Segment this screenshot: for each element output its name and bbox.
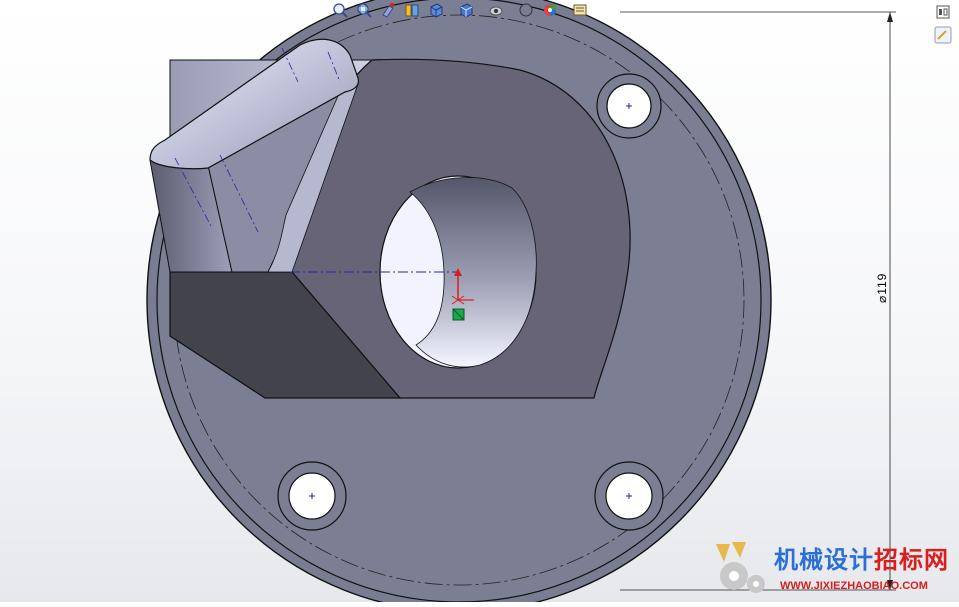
apply-scene-icon[interactable] — [540, 1, 560, 19]
bolt-hole[interactable] — [596, 73, 662, 139]
view-orientation-icon[interactable] — [426, 1, 446, 19]
watermark-logo: 机械设计招标网 WWW.JIXIEZHAOBIAO.COM — [712, 536, 957, 600]
model-canvas[interactable] — [0, 0, 959, 607]
graphics-viewport[interactable] — [0, 0, 959, 607]
watermark-url: WWW.JIXIEZHAOBIAO.COM — [780, 580, 928, 592]
gear-logo-icon — [716, 542, 765, 593]
previous-view-icon[interactable] — [378, 1, 398, 19]
display-style-icon[interactable] — [456, 1, 476, 19]
expand-panel-icon[interactable] — [933, 3, 953, 21]
heads-up-view-toolbar — [330, 0, 630, 20]
bolt-hole[interactable] — [594, 461, 664, 531]
zoom-to-fit-icon[interactable] — [330, 1, 350, 19]
hide-show-items-icon[interactable] — [486, 1, 506, 19]
bolt-hole[interactable] — [277, 461, 347, 531]
zoom-to-area-icon[interactable] — [354, 1, 374, 19]
watermark-title: 机械设计招标网 — [774, 545, 949, 574]
edit-appearance-icon[interactable] — [516, 1, 536, 19]
view-settings-icon[interactable] — [570, 1, 590, 19]
appearances-tab-icon[interactable] — [933, 26, 953, 44]
dimension-value[interactable]: ⌀119 — [875, 273, 891, 303]
task-pane-strip — [929, 0, 959, 602]
section-view-icon[interactable] — [402, 1, 422, 19]
